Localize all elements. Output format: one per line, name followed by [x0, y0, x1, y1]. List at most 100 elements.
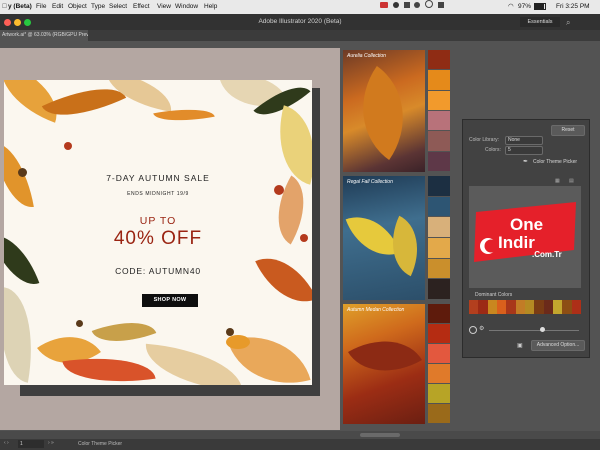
battery-icon[interactable] — [534, 0, 546, 14]
apple-icon[interactable]:  — [2, 0, 7, 14]
dominant-color-swatch[interactable] — [487, 300, 497, 314]
artboard-number-field[interactable]: 1 — [18, 440, 44, 448]
list-view-icon[interactable]: ▤ — [569, 178, 574, 184]
watermark-badge: One Indir .Com.Tr — [474, 202, 576, 262]
menu-window[interactable]: Window — [175, 0, 198, 14]
collection-label: Aurelia Collection — [347, 53, 386, 59]
dominant-color-swatch[interactable] — [543, 300, 553, 314]
dominant-color-swatch[interactable] — [478, 300, 488, 314]
offer-amount: 40% OFF — [113, 228, 203, 249]
status-bar: ‹ › 1 › » Color Theme Picker — [0, 431, 600, 450]
photo-aurelia[interactable]: Aurelia Collection — [343, 50, 425, 172]
collection-label: Autumn Medan Collection — [347, 307, 405, 313]
shop-now-button[interactable]: SHOP NOW — [142, 294, 198, 307]
photo-autumn-medan[interactable]: Autumn Medan Collection — [343, 304, 425, 424]
grid-view-icon[interactable]: ▦ — [555, 178, 560, 184]
reset-button[interactable]: Reset — [551, 125, 585, 136]
app-title-bar: Adobe Illustrator 2020 (Beta) Essentials… — [0, 14, 600, 30]
app-menu[interactable]: y (Beta) — [8, 0, 32, 14]
menu-object[interactable]: Object — [68, 0, 87, 14]
color-library-select[interactable]: None — [505, 136, 543, 145]
color-swatch[interactable] — [428, 324, 450, 343]
wifi-icon[interactable]: ◠ — [508, 0, 514, 14]
dominant-color-swatch[interactable] — [469, 300, 479, 314]
color-swatch[interactable] — [428, 364, 450, 383]
menu-file[interactable]: File — [36, 0, 46, 14]
document-tab[interactable]: Artwork.ai* @ 63.03% (RGB/GPU Preview) — [0, 30, 88, 41]
settings-icon[interactable]: ⚙ — [479, 325, 484, 332]
saturation-slider-handle[interactable] — [540, 327, 545, 332]
menu-effect[interactable]: Effect — [133, 0, 150, 14]
status-icon[interactable] — [425, 0, 434, 8]
color-swatch[interactable] — [428, 258, 450, 279]
menu-help[interactable]: Help — [204, 0, 217, 14]
artboard[interactable]: 7-DAY AUTUMN SALE ENDS MIDNIGHT 19/9 UP … — [4, 80, 312, 385]
color-swatch[interactable] — [428, 196, 450, 217]
status-icon[interactable] — [403, 2, 410, 8]
app-title: Adobe Illustrator 2020 (Beta) — [258, 18, 342, 25]
dominant-color-swatch[interactable] — [524, 300, 535, 314]
status-icon[interactable] — [438, 2, 445, 8]
promo-code: CODE: AUTUMN40 — [115, 266, 201, 276]
dominant-color-swatch[interactable] — [496, 300, 507, 314]
document-tab-bar — [0, 30, 600, 41]
menu-select[interactable]: Select — [109, 0, 127, 14]
color-swatch[interactable] — [428, 384, 450, 403]
zoom-arrows[interactable]: ‹ › — [4, 440, 9, 446]
status-icon[interactable] — [392, 2, 399, 8]
workspace-switcher[interactable]: Essentials — [520, 17, 560, 27]
color-swatch[interactable] — [428, 176, 450, 196]
dominant-colors-strip[interactable] — [469, 300, 581, 314]
collection-label: Regal Fall Collection — [347, 179, 393, 185]
menu-view[interactable]: View — [157, 0, 171, 14]
scroll-thumb[interactable] — [360, 433, 400, 437]
eyedropper-icon[interactable]: ✒ — [523, 158, 528, 165]
color-swatch[interactable] — [428, 217, 450, 237]
saturation-slider-track[interactable] — [489, 330, 579, 331]
color-swatch[interactable] — [428, 238, 450, 258]
battery-percent: 97% — [518, 3, 532, 10]
photo-regal-fall[interactable]: Regal Fall Collection — [343, 176, 425, 300]
sale-deadline: ENDS MIDNIGHT 19/9 — [127, 191, 189, 197]
leaf-illustration — [4, 287, 44, 383]
sale-headline: 7-DAY AUTUMN SALE — [106, 173, 210, 183]
color-swatch[interactable] — [428, 70, 450, 90]
color-swatch[interactable] — [428, 111, 450, 131]
artboard-nav-arrows[interactable]: › » — [48, 440, 54, 446]
color-swatch[interactable] — [428, 304, 450, 323]
horizontal-scrollbar[interactable] — [0, 431, 600, 439]
color-theme-picker-button[interactable]: Color Theme Picker — [533, 159, 577, 165]
color-mode-icon[interactable] — [469, 326, 477, 334]
menu-type[interactable]: Type — [91, 0, 105, 14]
dominant-color-swatch[interactable] — [552, 300, 563, 314]
mac-menubar:  y (Beta) File Edit Object Type Select … — [0, 0, 600, 14]
search-icon[interactable]: ⌕ — [566, 15, 570, 31]
colors-count-select[interactable]: 5 — [505, 146, 543, 155]
color-swatch[interactable] — [428, 404, 450, 423]
leaf-illustration — [41, 80, 127, 132]
color-swatch[interactable] — [428, 279, 450, 299]
status-icon[interactable] — [414, 2, 421, 8]
dominant-color-swatch[interactable] — [562, 300, 572, 314]
watermark-text: Indir — [498, 233, 535, 252]
menu-edit[interactable]: Edit — [52, 0, 63, 14]
current-tool-label: Color Theme Picker — [78, 441, 123, 447]
status-icons[interactable] — [380, 0, 447, 14]
color-swatch[interactable] — [428, 90, 450, 110]
dominant-color-swatch[interactable] — [506, 300, 516, 314]
dominant-colors-label: Dominant Colors — [475, 292, 513, 298]
clock[interactable]: Fri 3:25 PM — [556, 0, 590, 14]
watermark-logo: One Indir .Com.Tr — [472, 200, 580, 264]
berry-illustration — [76, 320, 83, 327]
record-icon[interactable] — [380, 2, 388, 8]
color-swatch[interactable] — [428, 131, 450, 151]
library-icon[interactable]: ▣ — [517, 342, 523, 349]
color-swatch[interactable] — [428, 151, 450, 171]
dominant-color-swatch[interactable] — [515, 300, 525, 314]
color-swatch[interactable] — [428, 344, 450, 363]
color-swatch[interactable] — [428, 50, 450, 70]
dominant-color-swatch[interactable] — [534, 300, 544, 314]
dominant-color-swatch[interactable] — [571, 300, 581, 314]
leaf-illustration — [142, 343, 246, 385]
advanced-options-button[interactable]: Advanced Option... — [531, 340, 585, 351]
